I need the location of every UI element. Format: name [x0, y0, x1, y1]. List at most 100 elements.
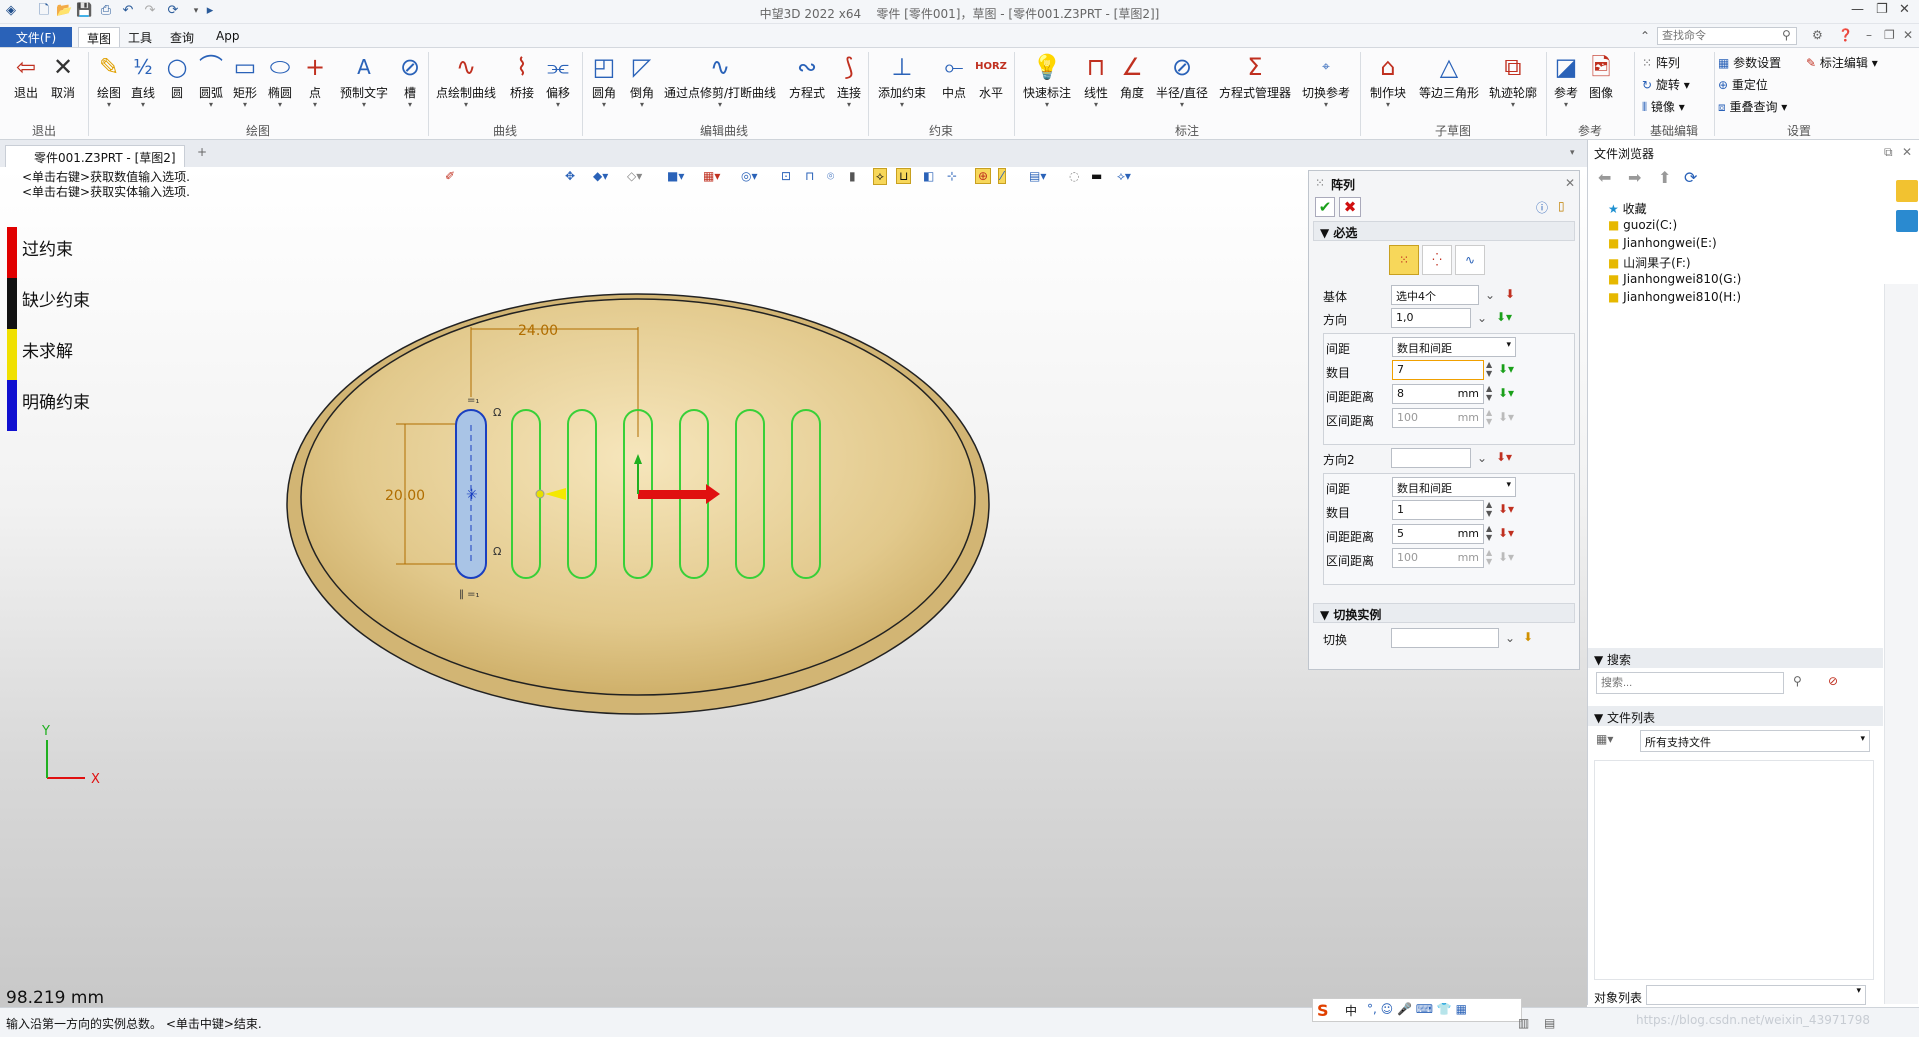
- spinner-icon[interactable]: ▲ ▼: [1486, 384, 1492, 402]
- curve-pattern-icon[interactable]: ∿: [1455, 245, 1485, 275]
- forward-icon[interactable]: ➡: [1628, 168, 1641, 187]
- file-menu[interactable]: 文件(F): [0, 27, 72, 48]
- toggle-field[interactable]: [1391, 628, 1499, 648]
- mirror-button[interactable]: ⫴ 镜像 ▾: [1642, 98, 1685, 115]
- pick-icon[interactable]: ⬇▾: [1498, 386, 1514, 400]
- minimize-icon[interactable]: —: [1851, 2, 1864, 17]
- circular-pattern-icon[interactable]: ⁛: [1422, 245, 1452, 275]
- region-field[interactable]: 100 mm: [1392, 408, 1484, 428]
- direction-handle[interactable]: [535, 489, 545, 499]
- quick-dim-button[interactable]: 💡 快速标注 ▾: [1020, 52, 1074, 109]
- folder-side-icon[interactable]: [1896, 180, 1918, 202]
- tree-item-drive[interactable]: ■ Jianhongwei(E:): [1608, 236, 1717, 250]
- collapse-ribbon-icon[interactable]: ⌃: [1640, 29, 1650, 43]
- angle-dim-button[interactable]: ∠ 角度: [1116, 52, 1148, 101]
- add-constraint-button[interactable]: ⊥ 添加约束 ▾: [874, 52, 930, 109]
- equation-button[interactable]: ∾ 方程式: [786, 52, 828, 101]
- expand-icon[interactable]: ⌄: [1505, 631, 1515, 645]
- up-icon[interactable]: ⬆: [1658, 168, 1671, 187]
- linear-dim-button[interactable]: ⊓ 线性 ▾: [1080, 52, 1112, 109]
- arc-button[interactable]: ⌒ 圆弧 ▾: [196, 52, 226, 109]
- file-filter-select[interactable]: 所有支持文件 ▾: [1640, 730, 1870, 752]
- close-icon[interactable]: ✕: [1899, 2, 1910, 17]
- fillet-button[interactable]: ◰ 圆角 ▾: [586, 52, 622, 109]
- pick-icon[interactable]: ⬇▾: [1498, 410, 1514, 424]
- object-list-select[interactable]: ▾: [1646, 985, 1866, 1005]
- spacing-select[interactable]: 数目和间距 ▾: [1392, 337, 1516, 357]
- preset-text-button[interactable]: A 预制文字 ▾: [336, 52, 392, 109]
- document-tab[interactable]: 零件001.Z3PRT - [草图2] ✕: [5, 145, 185, 180]
- chamfer-button[interactable]: ◸ 倒角 ▾: [624, 52, 660, 109]
- image-button[interactable]: 🖻 图像: [1586, 52, 1616, 101]
- doc-restore-icon[interactable]: ❐: [1884, 28, 1895, 42]
- browser-search-input[interactable]: [1596, 672, 1784, 694]
- count2-field[interactable]: 1: [1392, 500, 1484, 520]
- help-icon[interactable]: ❓: [1838, 28, 1853, 42]
- line-button[interactable]: ½ 直线 ▾: [128, 52, 158, 109]
- bridge-button[interactable]: ⌇ 桥接: [506, 52, 538, 101]
- panel-close-icon[interactable]: ✕: [1565, 176, 1575, 190]
- pitch-field[interactable]: 8 mm: [1392, 384, 1484, 404]
- cancel-x-icon[interactable]: ✖: [1339, 197, 1361, 217]
- pick-icon[interactable]: ⬇▾: [1498, 550, 1514, 564]
- dim-vertical[interactable]: 20.00: [385, 488, 425, 504]
- page-icon[interactable]: ▯: [1558, 199, 1565, 213]
- equation-manager-button[interactable]: Σ 方程式管理器: [1218, 52, 1292, 101]
- expand-icon[interactable]: ⌄: [1477, 311, 1487, 325]
- sogou-icon[interactable]: S: [1317, 1001, 1329, 1020]
- offset-button[interactable]: ⫘ 偏移 ▾: [542, 52, 574, 109]
- view-mode-icon[interactable]: ▦▾: [1596, 732, 1613, 746]
- ime-mode[interactable]: 中: [1345, 1002, 1357, 1019]
- dir-field[interactable]: 1,0: [1391, 308, 1471, 328]
- refresh-icon[interactable]: ⟳: [1684, 168, 1697, 187]
- tree-item-favorites[interactable]: ★ 收藏: [1608, 200, 1647, 217]
- tab-sketch[interactable]: 草图: [78, 27, 121, 48]
- dir2-field[interactable]: [1391, 448, 1471, 468]
- track-profile-button[interactable]: ⧉ 轨迹轮廓 ▾: [1486, 52, 1540, 109]
- cancel-button[interactable]: ✕ 取消: [46, 52, 80, 101]
- reference-button[interactable]: ◪ 参考 ▾: [1552, 52, 1580, 109]
- horizontal-button[interactable]: HORZ 水平: [974, 52, 1008, 101]
- pick-icon[interactable]: ⬇▾: [1498, 502, 1514, 516]
- pitch2-field[interactable]: 5 mm: [1392, 524, 1484, 544]
- count-field[interactable]: 7: [1392, 360, 1484, 380]
- part-side-icon[interactable]: [1896, 210, 1918, 232]
- circle-button[interactable]: ○ 圆: [162, 52, 192, 101]
- pick-icon[interactable]: ⬇▾: [1496, 310, 1512, 324]
- restore-icon[interactable]: ❐: [1876, 2, 1888, 17]
- tab-tools[interactable]: 工具: [120, 27, 160, 48]
- pattern-button[interactable]: ⁙ 阵列: [1642, 54, 1680, 71]
- expand-icon[interactable]: ⌄: [1485, 288, 1495, 302]
- settings-icon[interactable]: ⚙: [1812, 28, 1823, 42]
- relocate-button[interactable]: ⊕ 重定位: [1718, 76, 1768, 93]
- tab-app[interactable]: App: [208, 27, 247, 48]
- expand-icon[interactable]: ⌄: [1477, 451, 1487, 465]
- command-search-input[interactable]: [1657, 27, 1797, 45]
- dim-horizontal[interactable]: 24.00: [518, 323, 558, 339]
- pick-icon[interactable]: ⬇▾: [1498, 526, 1514, 540]
- draw-button[interactable]: ✎ 绘图 ▾: [92, 52, 126, 109]
- exit-button[interactable]: ⇦ 退出: [10, 52, 42, 101]
- ok-icon[interactable]: ✔: [1315, 197, 1335, 217]
- spinner-icon[interactable]: ▲ ▼: [1486, 360, 1492, 378]
- doc-close-icon[interactable]: ✕: [1903, 28, 1913, 42]
- ellipse-button[interactable]: ⬭ 椭圆 ▾: [264, 52, 296, 109]
- ime-tools-icon[interactable]: °, ☺ 🎤 ⌨ 👕 ▦: [1367, 1002, 1467, 1016]
- add-tab-icon[interactable]: +: [197, 145, 207, 159]
- search-icon[interactable]: ⚲: [1793, 674, 1802, 688]
- tree-item-drive[interactable]: ■ Jianhongwei810(G:): [1608, 272, 1741, 286]
- rotate-button[interactable]: ↻ 旋转 ▾: [1642, 76, 1690, 93]
- scrollbar[interactable]: [1884, 284, 1918, 1004]
- clear-search-icon[interactable]: ⊘: [1828, 674, 1838, 688]
- spinner-icon[interactable]: ▲ ▼: [1486, 500, 1492, 518]
- point-curve-button[interactable]: ∿ 点绘制曲线 ▾: [434, 52, 498, 109]
- doc-minimize-icon[interactable]: –: [1866, 28, 1872, 42]
- x-direction-arrow[interactable]: [638, 490, 706, 499]
- region2-field[interactable]: 100 mm: [1392, 548, 1484, 568]
- info-icon[interactable]: ⓘ: [1536, 199, 1548, 216]
- linear-pattern-icon[interactable]: ⁙: [1389, 245, 1419, 275]
- tab-menu-icon[interactable]: ▾: [1570, 148, 1575, 158]
- spinner-icon[interactable]: ▲ ▼: [1486, 524, 1492, 542]
- point-button[interactable]: + 点 ▾: [302, 52, 328, 109]
- make-block-button[interactable]: ⌂ 制作块 ▾: [1366, 52, 1410, 109]
